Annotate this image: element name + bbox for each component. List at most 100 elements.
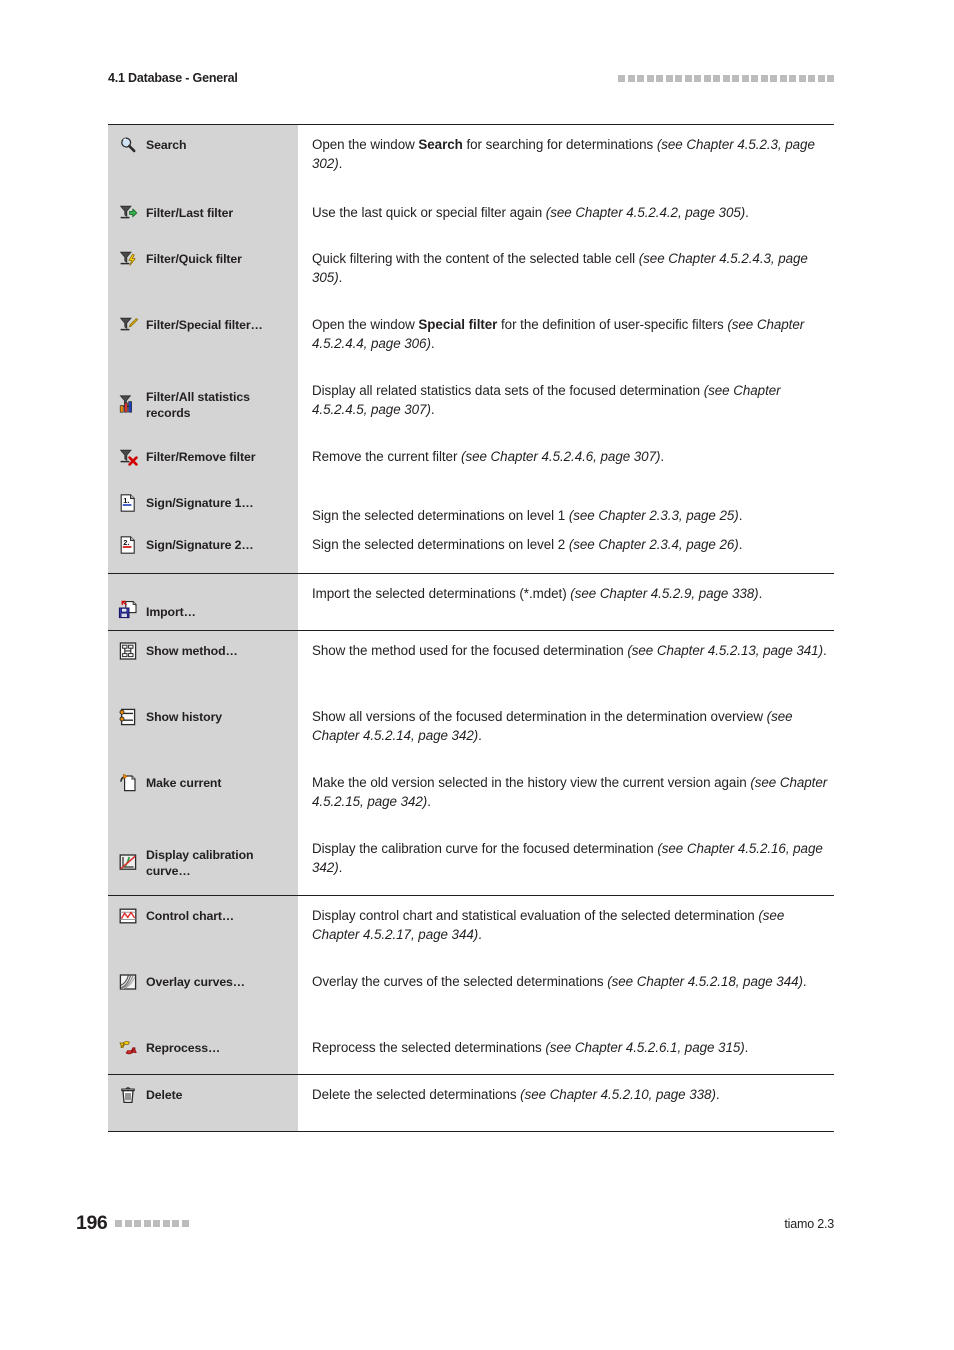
description-cell: Show all versions of the focused determi… — [298, 697, 834, 763]
table-row: Filter/Remove filter Remove the current f… — [108, 437, 834, 483]
command-label: Search — [146, 138, 187, 152]
description-cell: Remove the current filter (see Chapter 4… — [298, 437, 834, 483]
table-row: Search Open the window Search for searchi… — [108, 125, 834, 193]
description-cell: Make the old version selected in the his… — [298, 763, 834, 829]
filter-last-filter-icon — [118, 203, 138, 223]
description-text: Show all versions of the focused determi… — [312, 709, 793, 744]
shortcut-reference-table: Search Open the window Search for searchi… — [108, 124, 834, 1132]
decoration-square — [181, 1220, 189, 1227]
command-cell: Delete — [108, 1075, 298, 1131]
table-row: Filter/Special filter… Open the window Sp… — [108, 305, 834, 371]
decoration-square — [751, 74, 758, 82]
description-text: Make the old version selected in the his… — [312, 775, 828, 810]
description-cell: Use the last quick or special filter aga… — [298, 193, 834, 239]
decoration-square — [827, 74, 834, 82]
decoration-square — [627, 74, 635, 82]
table-group: Control chart… Display control chart and … — [108, 896, 834, 1075]
table-row: Filter/All statistics records Display all… — [108, 371, 834, 437]
decoration-square — [618, 74, 625, 82]
decoration-square — [713, 74, 720, 82]
display-calibration-curve-icon — [118, 852, 138, 872]
description-text: Display control chart and statistical ev… — [312, 908, 785, 943]
decoration-square — [162, 1220, 170, 1227]
table-row: Import… Import the selected determination… — [108, 574, 834, 630]
decoration-square — [153, 1220, 161, 1227]
decoration-square — [789, 74, 796, 82]
command-label: Sign/Signature 1… — [146, 496, 254, 510]
decoration-square — [760, 74, 768, 82]
control-chart-icon — [118, 906, 138, 926]
command-label: Overlay curves… — [146, 975, 245, 989]
command-cell: Make current — [108, 763, 298, 829]
footer-decoration-squares — [115, 1220, 189, 1227]
decoration-square — [134, 1220, 142, 1227]
command-cell: 2. Sign/Signature 2… — [108, 525, 298, 573]
description-text: Overlay the curves of the selected deter… — [312, 974, 807, 989]
decoration-square — [741, 74, 749, 82]
command-cell: Filter/Last filter — [108, 193, 298, 239]
description-text: Import the selected determinations (*.md… — [312, 586, 763, 601]
description-text: Reprocess the selected determinations (s… — [312, 1040, 749, 1055]
description-cell: Sign the selected determinations on leve… — [298, 525, 834, 573]
decoration-square — [817, 74, 825, 82]
description-cell: Quick filtering with the content of the … — [298, 239, 834, 305]
command-cell: Control chart… — [108, 896, 298, 962]
table-row: Display calibration curve… Display the ca… — [108, 829, 834, 895]
decoration-square — [656, 74, 663, 82]
decoration-square — [637, 74, 644, 82]
command-cell: Import… — [108, 574, 298, 630]
filter-quick-filter-icon — [118, 249, 138, 269]
description-cell: Display the calibration curve for the fo… — [298, 829, 834, 895]
table-row: Make current Make the old version selecte… — [108, 763, 834, 829]
description-cell: Overlay the curves of the selected deter… — [298, 962, 834, 1028]
command-cell: 1. Sign/Signature 1… — [108, 483, 298, 525]
decoration-square — [732, 74, 739, 82]
table-row: Control chart… Display control chart and … — [108, 896, 834, 962]
command-label: Filter/All statistics records — [146, 389, 250, 420]
decoration-square — [646, 74, 654, 82]
search-magnifier-icon — [118, 135, 138, 155]
command-cell: Filter/All statistics records — [108, 371, 298, 437]
command-cell: Show history — [108, 697, 298, 763]
command-label: Make current — [146, 776, 222, 790]
description-cell: Reprocess the selected determinations (s… — [298, 1028, 834, 1074]
decoration-square — [808, 74, 815, 82]
command-label: Display calibration curve… — [146, 847, 254, 878]
filter-all-statistics-records-icon — [118, 394, 138, 414]
description-cell: Show the method used for the focused det… — [298, 631, 834, 697]
description-text: Quick filtering with the content of the … — [312, 251, 808, 286]
command-label: Filter/Last filter — [146, 206, 234, 220]
page-header: 4.1 Database - General — [108, 68, 834, 88]
description-cell: Sign the selected determinations on leve… — [298, 483, 834, 525]
description-cell: Import the selected determinations (*.md… — [298, 574, 834, 630]
sign-signature-1-icon: 1. — [118, 493, 138, 513]
table-row: Delete Delete the selected determinations… — [108, 1075, 834, 1131]
page-number: 196 — [76, 1212, 108, 1234]
table-row: Show method… Show the method used for the… — [108, 631, 834, 697]
decoration-square — [172, 1220, 180, 1227]
filter-special-filter-icon — [118, 315, 138, 335]
command-cell: Reprocess… — [108, 1028, 298, 1074]
table-group: Delete Delete the selected determinations… — [108, 1075, 834, 1131]
command-cell: Search — [108, 125, 298, 193]
description-text: Sign the selected determinations on leve… — [312, 537, 743, 552]
page-footer: 196 tiamo 2.3 — [76, 1212, 834, 1235]
description-text: Display the calibration curve for the fo… — [312, 841, 823, 876]
table-row: Show history Show all versions of the foc… — [108, 697, 834, 763]
header-section-title: 4.1 Database - General — [108, 71, 238, 85]
decoration-square — [665, 74, 673, 82]
command-label: Sign/Signature 2… — [146, 538, 254, 552]
command-label: Filter/Special filter… — [146, 318, 263, 332]
command-label: Filter/Quick filter — [146, 252, 242, 266]
delete-trash-icon — [118, 1085, 138, 1105]
description-cell: Display all related statistics data sets… — [298, 371, 834, 437]
footer-left: 196 — [76, 1212, 189, 1235]
command-cell: Filter/Quick filter — [108, 239, 298, 305]
table-row: Overlay curves… Overlay the curves of the… — [108, 962, 834, 1028]
description-text: Show the method used for the focused det… — [312, 643, 827, 658]
decoration-square — [675, 74, 682, 82]
decoration-square — [703, 74, 711, 82]
description-text: Delete the selected determinations (see … — [312, 1087, 720, 1102]
decoration-square — [722, 74, 730, 82]
reprocess-icon — [118, 1038, 138, 1058]
